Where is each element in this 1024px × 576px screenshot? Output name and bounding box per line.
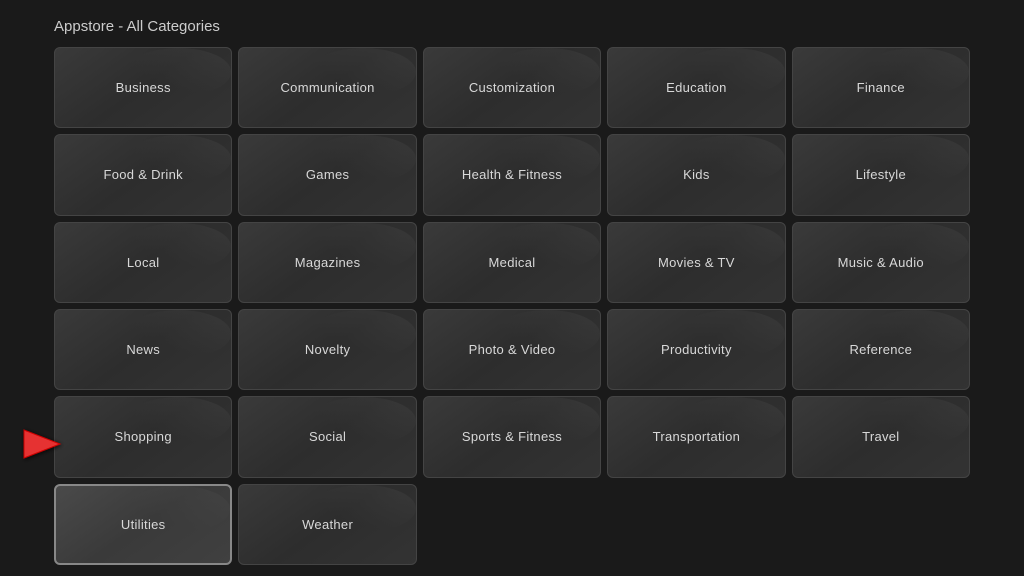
category-label-news: News xyxy=(126,342,160,357)
category-label-medical: Medical xyxy=(489,255,536,270)
category-label-sports-fitness: Sports & Fitness xyxy=(462,429,562,444)
category-label-communication: Communication xyxy=(280,80,374,95)
category-label-local: Local xyxy=(127,255,160,270)
category-label-transportation: Transportation xyxy=(653,429,741,444)
category-tile-travel[interactable]: Travel xyxy=(792,396,970,477)
arrow-indicator xyxy=(20,422,64,471)
category-tile-sports-fitness[interactable]: Sports & Fitness xyxy=(423,396,601,477)
category-label-social: Social xyxy=(309,429,346,444)
category-label-health-fitness: Health & Fitness xyxy=(462,167,562,182)
category-tile-utilities[interactable]: Utilities xyxy=(54,484,232,565)
category-tile-news[interactable]: News xyxy=(54,309,232,390)
category-label-customization: Customization xyxy=(469,80,555,95)
category-label-music-audio: Music & Audio xyxy=(838,255,924,270)
category-tile-reference[interactable]: Reference xyxy=(792,309,970,390)
category-tile-communication[interactable]: Communication xyxy=(238,47,416,128)
category-tile-lifestyle[interactable]: Lifestyle xyxy=(792,134,970,215)
category-tile-education[interactable]: Education xyxy=(607,47,785,128)
category-label-movies-tv: Movies & TV xyxy=(658,255,735,270)
category-label-photo-video: Photo & Video xyxy=(469,342,556,357)
category-tile-transportation[interactable]: Transportation xyxy=(607,396,785,477)
category-tile-music-audio[interactable]: Music & Audio xyxy=(792,222,970,303)
category-tile-food-drink[interactable]: Food & Drink xyxy=(54,134,232,215)
category-label-travel: Travel xyxy=(862,429,899,444)
category-label-business: Business xyxy=(116,80,171,95)
category-tile-photo-video[interactable]: Photo & Video xyxy=(423,309,601,390)
category-label-novelty: Novelty xyxy=(305,342,350,357)
category-tile-magazines[interactable]: Magazines xyxy=(238,222,416,303)
category-tile-medical[interactable]: Medical xyxy=(423,222,601,303)
category-tile-business[interactable]: Business xyxy=(54,47,232,128)
category-label-education: Education xyxy=(666,80,727,95)
category-label-games: Games xyxy=(306,167,349,182)
category-tile-customization[interactable]: Customization xyxy=(423,47,601,128)
category-tile-weather[interactable]: Weather xyxy=(238,484,416,565)
category-label-utilities: Utilities xyxy=(121,517,166,532)
category-tile-productivity[interactable]: Productivity xyxy=(607,309,785,390)
category-label-weather: Weather xyxy=(302,517,353,532)
category-tile-kids[interactable]: Kids xyxy=(607,134,785,215)
category-tile-social[interactable]: Social xyxy=(238,396,416,477)
category-tile-local[interactable]: Local xyxy=(54,222,232,303)
category-label-kids: Kids xyxy=(683,167,710,182)
category-label-lifestyle: Lifestyle xyxy=(856,167,906,182)
category-tile-finance[interactable]: Finance xyxy=(792,47,970,128)
page-title: Appstore - All Categories xyxy=(0,0,1024,47)
category-tile-movies-tv[interactable]: Movies & TV xyxy=(607,222,785,303)
category-label-productivity: Productivity xyxy=(661,342,732,357)
categories-grid: Business Communication Customization Educat… xyxy=(0,47,1024,565)
category-label-finance: Finance xyxy=(857,80,905,95)
category-tile-novelty[interactable]: Novelty xyxy=(238,309,416,390)
category-tile-games[interactable]: Games xyxy=(238,134,416,215)
category-tile-shopping[interactable]: Shopping xyxy=(54,396,232,477)
category-label-food-drink: Food & Drink xyxy=(103,167,182,182)
category-tile-health-fitness[interactable]: Health & Fitness xyxy=(423,134,601,215)
category-label-magazines: Magazines xyxy=(295,255,361,270)
category-label-reference: Reference xyxy=(849,342,912,357)
category-label-shopping: Shopping xyxy=(115,429,172,444)
